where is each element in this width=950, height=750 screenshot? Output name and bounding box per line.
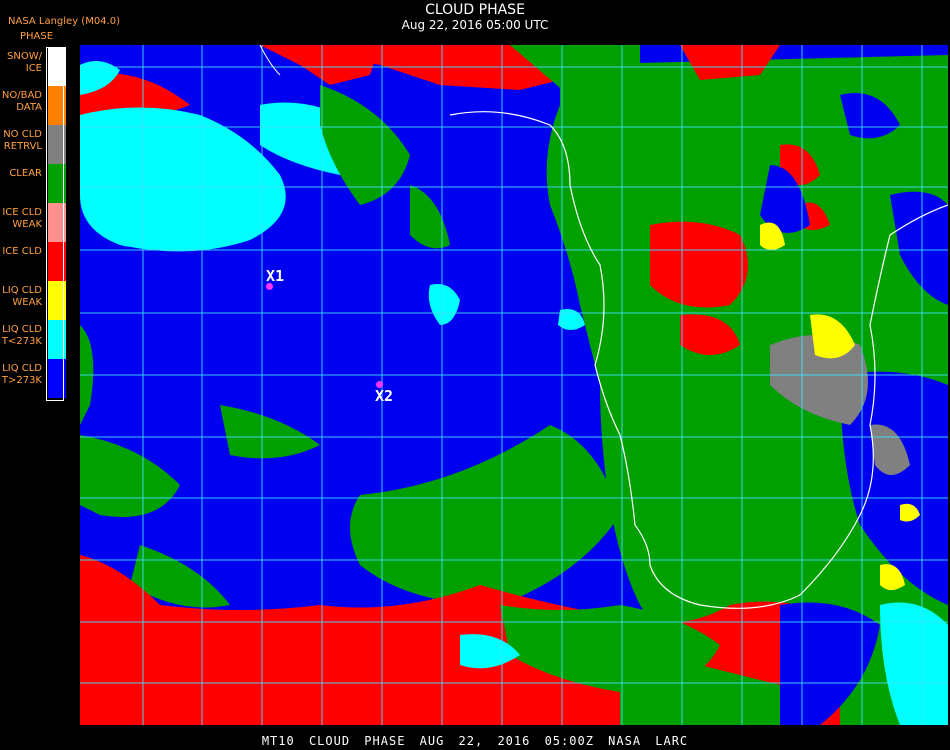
marker-x2-label: X2 xyxy=(375,387,394,405)
legend-label: ICE CLD WEAK xyxy=(2,207,42,230)
legend-label: LIQ CLD WEAK xyxy=(2,285,42,308)
data-source-label: NASA Langley (M04.0) xyxy=(8,16,120,27)
satellite-map[interactable]: X1 X2 xyxy=(80,45,948,725)
legend-label: ICE CLD xyxy=(2,246,42,257)
legend-swatch xyxy=(48,203,66,242)
legend-item-no-bad-data: NO/BAD DATA xyxy=(0,86,66,125)
legend-swatch xyxy=(48,164,66,203)
legend-swatch xyxy=(48,47,66,86)
footer-caption: MT10 CLOUD PHASE AUG 22, 2016 05:00Z NAS… xyxy=(261,734,689,748)
map-title: CLOUD PHASE xyxy=(425,2,525,18)
map-timestamp: Aug 22, 2016 05:00 UTC xyxy=(401,18,549,32)
legend-label: NO CLD RETRVL xyxy=(3,129,42,152)
legend-swatch xyxy=(48,86,66,125)
legend-label: SNOW/ ICE xyxy=(7,51,42,74)
legend-swatch xyxy=(48,320,66,359)
legend-item-no-cld-retrvl: NO CLD RETRVL xyxy=(0,125,66,164)
legend-swatch xyxy=(48,359,66,398)
legend-label: LIQ CLD T<273K xyxy=(1,324,42,347)
legend-swatch xyxy=(48,125,66,164)
legend-label: CLEAR xyxy=(9,168,42,179)
legend-swatch xyxy=(48,242,66,281)
legend-item-liq-cld-weak: LIQ CLD WEAK xyxy=(0,281,66,320)
cloud-phase-image xyxy=(80,45,948,725)
marker-x1-label: X1 xyxy=(266,267,285,285)
legend-label: LIQ CLD T>273K xyxy=(1,363,42,386)
legend-item-liq-cld-warm: LIQ CLD T>273K xyxy=(0,359,66,398)
legend-label: NO/BAD DATA xyxy=(1,90,42,113)
legend-item-snow-ice: SNOW/ ICE xyxy=(0,47,66,86)
legend-item-ice-cld: ICE CLD xyxy=(0,242,66,281)
legend-item-ice-cld-weak: ICE CLD WEAK xyxy=(0,203,66,242)
legend-item-clear: CLEAR xyxy=(0,164,66,203)
legend-item-liq-cld-cold: LIQ CLD T<273K xyxy=(0,320,66,359)
legend-title: PHASE xyxy=(20,31,54,42)
legend-swatch xyxy=(48,281,66,320)
